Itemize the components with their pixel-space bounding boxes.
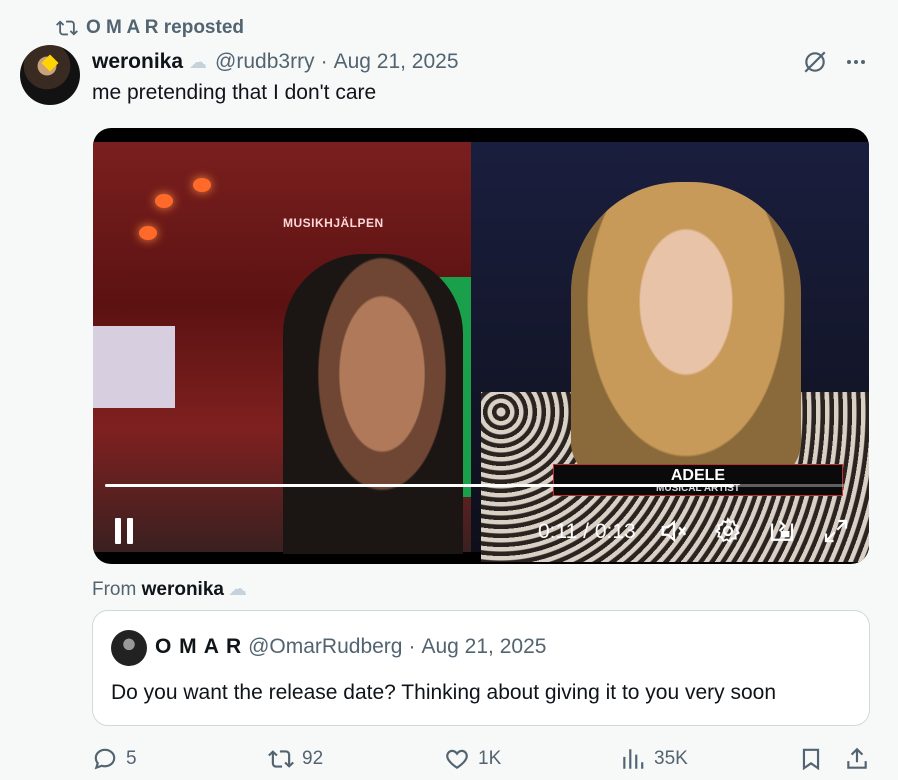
video-progress-bar[interactable] [105,484,845,487]
reply-icon [94,748,116,770]
muted-speaker-icon[interactable] [659,516,689,546]
quote-separator: · [408,635,416,658]
author-handle[interactable]: @rudb3rry [215,50,315,74]
video-time: 0:11 / 0:13 [538,520,636,543]
repost-button[interactable]: 92 [268,746,323,772]
lower-third: ADELE MUSICAL ARTIST [553,464,843,496]
like-button[interactable]: 1K [444,746,501,772]
settings-gear-icon[interactable] [713,516,743,546]
author-name[interactable]: weronika [92,50,183,74]
video-progress-fill [105,484,734,487]
grok-icon[interactable] [802,49,828,75]
like-count: 1K [478,748,502,769]
more-icon[interactable] [843,50,869,74]
video-player[interactable]: MUSIKHJÄLPEN ADELE MUSICAL ARTIST 0:11 /… [93,128,869,564]
tweet-header: weronika ☁ @rudb3rry · Aug 21, 2025 [92,48,459,76]
quote-avatar [111,630,147,666]
repost-label: O M A R reposted [86,17,244,38]
quote-handle: @OmarRudberg [248,635,403,658]
bookmark-icon[interactable] [798,746,824,772]
quote-date: Aug 21, 2025 [421,635,547,658]
tweet-card[interactable]: O M A R reposted weronika ☁ @rudb3rry · … [0,0,892,780]
repost-icon [56,20,78,36]
from-name: weronika [141,579,224,600]
pip-icon[interactable] [767,516,797,546]
video-sign-text: MUSIKHJÄLPEN [283,216,384,230]
cloud-emoji-icon: ☁ [189,51,208,72]
video-left-frame: MUSIKHJÄLPEN [93,142,472,554]
quoted-tweet[interactable]: O M A R @OmarRudberg · Aug 21, 2025 Do y… [92,610,870,726]
views-chart-icon [623,749,644,769]
quote-author-name: O M A R [155,635,243,658]
views-button[interactable]: 35K [620,746,688,772]
from-prefix: From [92,579,137,600]
quote-header: O M A R @OmarRudberg · Aug 21, 2025 [155,635,546,659]
fullscreen-icon[interactable] [821,516,851,546]
heart-icon [446,749,468,769]
tweet-date[interactable]: Aug 21, 2025 [334,50,459,74]
cloud-emoji-icon: ☁ [227,579,247,600]
pause-icon[interactable] [115,518,137,544]
views-count: 35K [654,748,688,769]
from-attribution[interactable]: From weronika ☁ [92,578,247,601]
reply-count: 5 [126,748,137,769]
action-bar: 5 92 1K 35K [92,744,872,776]
avatar[interactable] [20,45,80,105]
repost-icon [268,750,294,768]
share-icon[interactable] [844,746,870,772]
quote-text: Do you want the release date? Thinking a… [111,681,777,704]
reply-button[interactable]: 5 [92,746,137,772]
repost-count: 92 [302,748,324,769]
meta-separator: · [320,50,328,73]
tweet-text: me pretending that I don't care [92,81,377,104]
repost-indicator[interactable]: O M A R reposted [56,16,244,40]
